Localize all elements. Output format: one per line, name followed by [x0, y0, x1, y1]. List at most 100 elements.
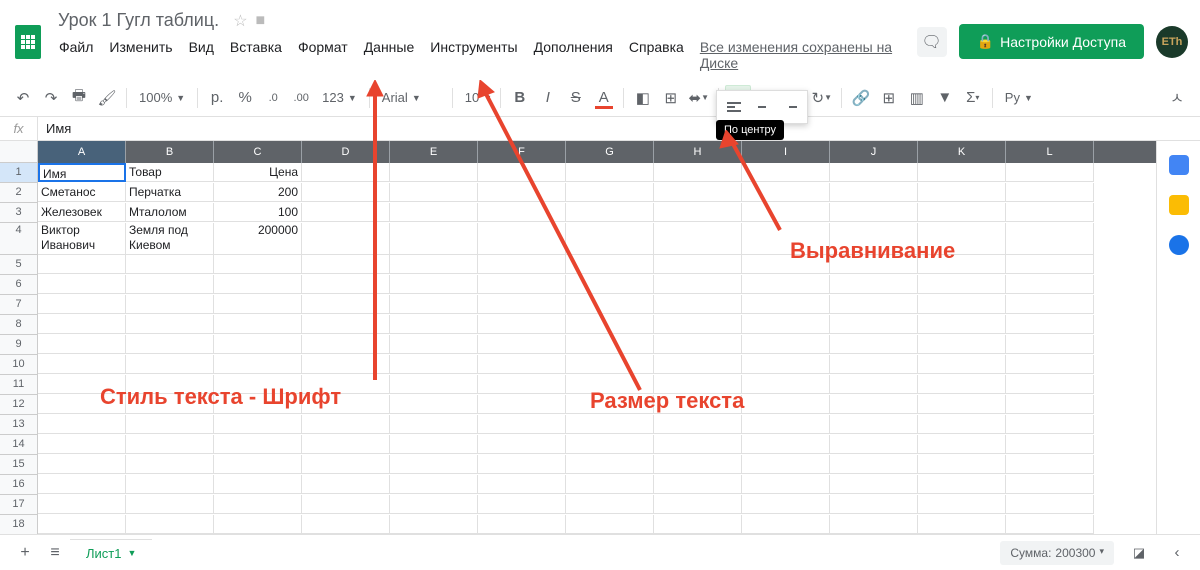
cell[interactable]	[1006, 495, 1094, 514]
cell[interactable]	[478, 203, 566, 222]
cell[interactable]	[742, 475, 830, 494]
paint-format-button[interactable]: 🖌	[94, 85, 120, 111]
cell[interactable]	[1006, 295, 1094, 314]
currency-button[interactable]: р.	[204, 85, 230, 111]
cell[interactable]	[302, 183, 390, 202]
cell[interactable]	[478, 395, 566, 414]
cell[interactable]	[302, 515, 390, 534]
cell[interactable]	[302, 295, 390, 314]
align-center-option[interactable]	[749, 95, 775, 119]
cell[interactable]	[126, 475, 214, 494]
add-sheet-button[interactable]: +	[10, 539, 40, 567]
row-header[interactable]: 6	[0, 275, 38, 295]
zoom-select[interactable]: 100%▼	[133, 87, 191, 108]
row-header[interactable]: 13	[0, 415, 38, 435]
explore-button[interactable]: ◪	[1124, 538, 1154, 568]
sheets-logo[interactable]	[8, 22, 48, 62]
text-color-button[interactable]: A	[591, 85, 617, 111]
cell[interactable]	[918, 295, 1006, 314]
col-header-J[interactable]: J	[830, 141, 918, 163]
cell[interactable]	[214, 455, 302, 474]
bold-button[interactable]: B	[507, 85, 533, 111]
cell[interactable]	[830, 335, 918, 354]
col-header-I[interactable]: I	[742, 141, 830, 163]
row-header[interactable]: 11	[0, 375, 38, 395]
cell[interactable]	[302, 415, 390, 434]
cell[interactable]	[566, 355, 654, 374]
cell[interactable]	[566, 223, 654, 255]
cell[interactable]	[38, 415, 126, 434]
cell[interactable]	[654, 203, 742, 222]
folder-icon[interactable]: ■	[256, 12, 266, 30]
cell[interactable]	[742, 163, 830, 182]
cell[interactable]	[830, 355, 918, 374]
cell[interactable]	[302, 395, 390, 414]
cell[interactable]	[742, 375, 830, 394]
cell[interactable]	[390, 315, 478, 334]
number-format-select[interactable]: 123▼	[316, 87, 363, 108]
cell[interactable]	[478, 223, 566, 255]
cell[interactable]	[38, 335, 126, 354]
cell[interactable]	[918, 435, 1006, 454]
cell[interactable]	[38, 395, 126, 414]
col-header-G[interactable]: G	[566, 141, 654, 163]
cell[interactable]	[478, 275, 566, 294]
fill-color-button[interactable]: ◧	[630, 85, 656, 111]
cell[interactable]	[566, 203, 654, 222]
cell[interactable]	[214, 275, 302, 294]
cell[interactable]	[918, 223, 1006, 255]
col-header-D[interactable]: D	[302, 141, 390, 163]
row-header[interactable]: 14	[0, 435, 38, 455]
cell[interactable]: Сметанос	[38, 183, 126, 202]
cell[interactable]: Имя	[38, 163, 126, 182]
row-header[interactable]: 5	[0, 255, 38, 275]
cell[interactable]	[478, 435, 566, 454]
cell[interactable]	[918, 355, 1006, 374]
row-header[interactable]: 7	[0, 295, 38, 315]
italic-button[interactable]: I	[535, 85, 561, 111]
cell[interactable]	[830, 495, 918, 514]
cell[interactable]	[390, 183, 478, 202]
cell[interactable]	[918, 255, 1006, 274]
cell[interactable]	[214, 375, 302, 394]
cell[interactable]	[1006, 375, 1094, 394]
decimal-increase-button[interactable]: .00	[288, 85, 314, 111]
col-header-H[interactable]: H	[654, 141, 742, 163]
cell[interactable]	[654, 183, 742, 202]
cell[interactable]	[1006, 163, 1094, 182]
cell[interactable]	[1006, 475, 1094, 494]
cell[interactable]	[566, 415, 654, 434]
cell[interactable]	[1006, 183, 1094, 202]
cell[interactable]	[742, 315, 830, 334]
cell[interactable]	[390, 335, 478, 354]
cell[interactable]	[654, 275, 742, 294]
cell[interactable]	[214, 355, 302, 374]
cell[interactable]	[390, 163, 478, 182]
print-button[interactable]: 🖶	[66, 85, 92, 111]
cell[interactable]	[478, 315, 566, 334]
collapse-toolbar-button[interactable]: ㅅ	[1164, 85, 1190, 111]
cell[interactable]	[742, 455, 830, 474]
insert-link-button[interactable]: 🔗	[848, 85, 874, 111]
cell[interactable]	[654, 395, 742, 414]
cell[interactable]	[302, 455, 390, 474]
cell[interactable]	[1006, 515, 1094, 534]
cell[interactable]	[566, 255, 654, 274]
cell[interactable]	[830, 255, 918, 274]
font-size-select[interactable]: 10▼	[459, 87, 494, 108]
cell[interactable]	[390, 355, 478, 374]
cell[interactable]	[742, 183, 830, 202]
cell[interactable]: Железовек	[38, 203, 126, 222]
cell[interactable]: 200	[214, 183, 302, 202]
col-header-F[interactable]: F	[478, 141, 566, 163]
cell[interactable]	[830, 223, 918, 255]
cell[interactable]	[478, 355, 566, 374]
cell[interactable]	[742, 415, 830, 434]
cell[interactable]	[918, 335, 1006, 354]
menu-insert[interactable]: Вставка	[223, 35, 289, 75]
cell[interactable]	[126, 295, 214, 314]
cell[interactable]	[918, 275, 1006, 294]
input-tools-button[interactable]: Ру▼	[999, 87, 1039, 108]
menu-tools[interactable]: Инструменты	[423, 35, 524, 75]
tasks-icon[interactable]	[1169, 235, 1189, 255]
